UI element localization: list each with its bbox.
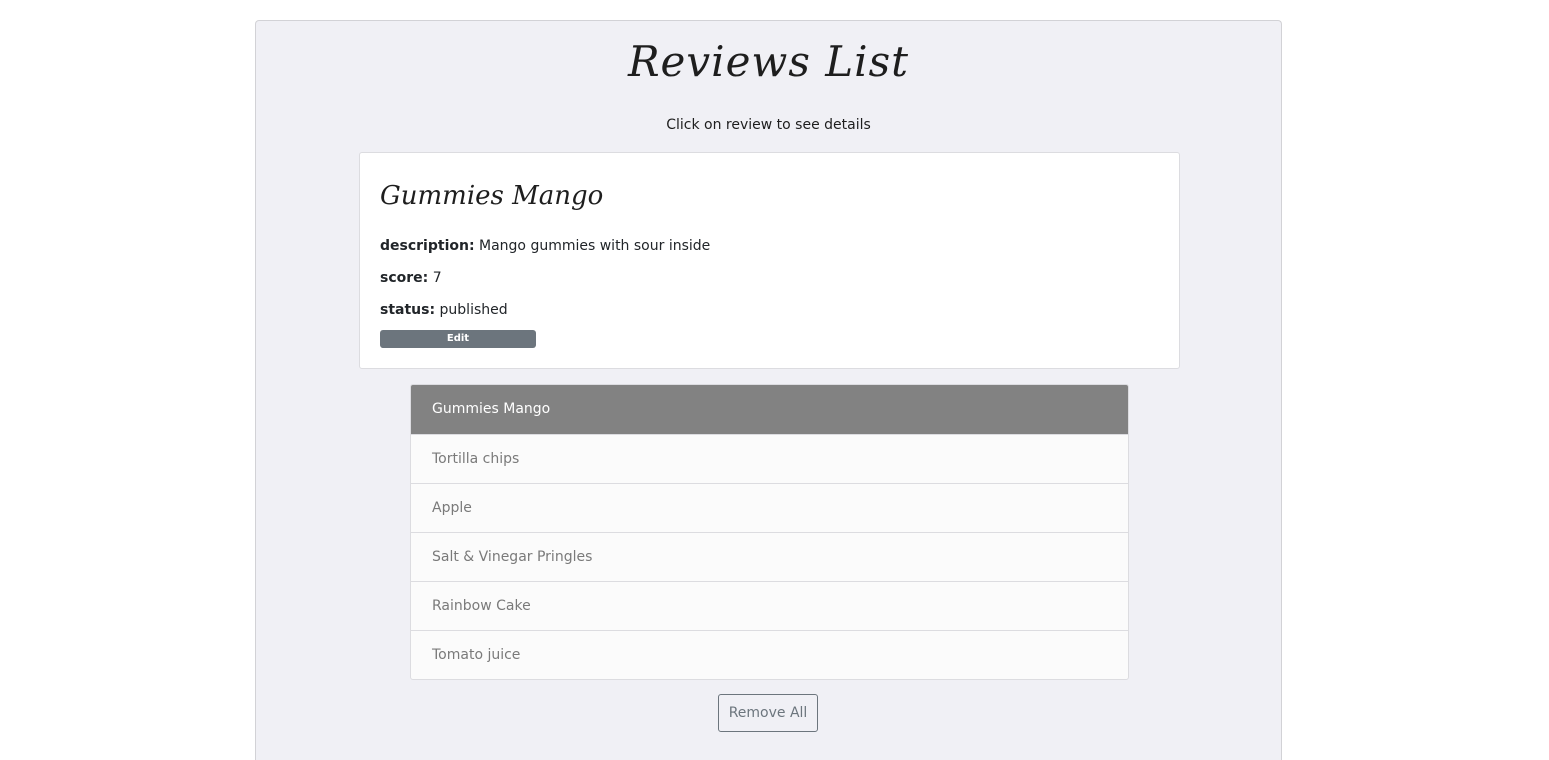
review-description: description: Mango gummies with sour ins… [380, 238, 710, 254]
review-list-item-tortilla-chips[interactable]: Tortilla chips [411, 434, 1128, 483]
status-value: published [439, 302, 508, 318]
score-value: 7 [432, 270, 442, 286]
review-list: Gummies Mango Tortilla chips Apple Salt … [410, 384, 1129, 680]
review-detail-title: Gummies Mango [380, 181, 604, 211]
review-detail-card: Gummies Mango description: Mango gummies… [359, 152, 1180, 369]
status-label: status: [380, 302, 436, 318]
remove-all-button[interactable]: Remove All [718, 694, 818, 732]
score-label: score: [380, 270, 429, 286]
review-list-item-tomato-juice[interactable]: Tomato juice [411, 630, 1128, 679]
review-list-item-gummies-mango[interactable]: Gummies Mango [411, 385, 1128, 434]
review-list-item-rainbow-cake[interactable]: Rainbow Cake [411, 581, 1128, 630]
page-title: Reviews List [627, 37, 910, 86]
review-score: score: 7 [380, 270, 442, 286]
review-status: status: published [380, 302, 508, 318]
description-value: Mango gummies with sour inside [479, 238, 711, 254]
description-label: description: [380, 238, 475, 254]
review-list-item-salt-vinegar-pringles[interactable]: Salt & Vinegar Pringles [411, 532, 1128, 581]
review-list-item-apple[interactable]: Apple [411, 483, 1128, 532]
reviews-panel: Reviews List Click on review to see deta… [255, 20, 1282, 760]
page-subtitle: Click on review to see details [666, 117, 871, 133]
edit-button[interactable]: Edit [380, 330, 536, 348]
